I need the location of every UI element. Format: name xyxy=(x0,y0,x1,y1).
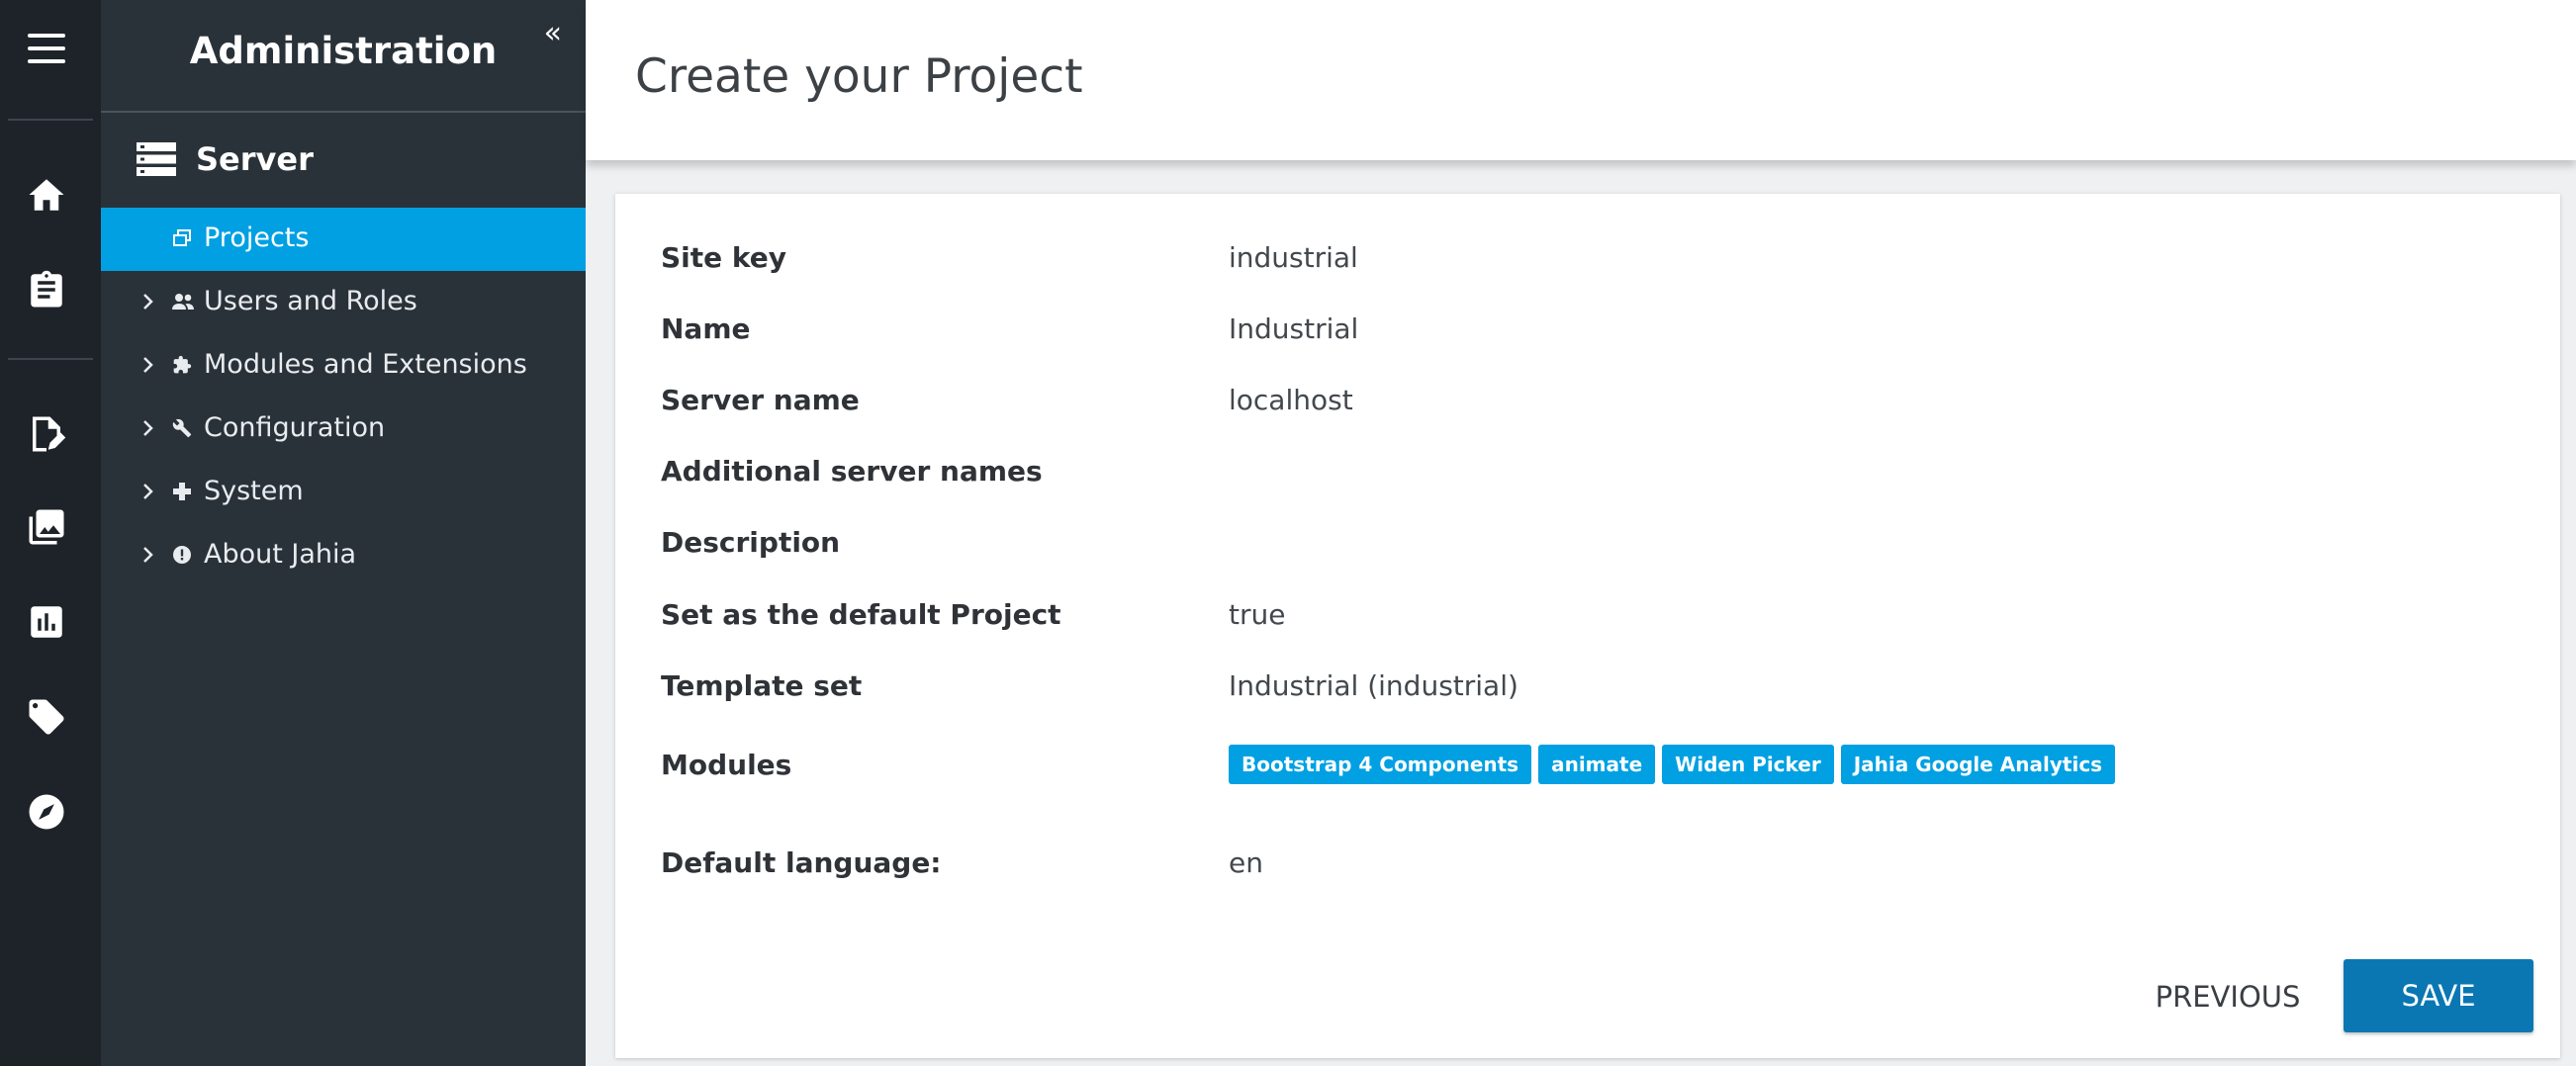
clipboard-icon[interactable] xyxy=(26,269,67,311)
site-key-label: Site key xyxy=(661,241,786,274)
nav-item-label: Configuration xyxy=(204,412,386,443)
modules-row: Modules Bootstrap 4 Components animate W… xyxy=(661,745,2521,794)
analytics-icon[interactable] xyxy=(26,601,67,643)
template-set-label: Template set xyxy=(661,669,863,702)
nav-item-configuration[interactable]: Configuration xyxy=(101,398,586,461)
name-row: Name Industrial xyxy=(661,312,2521,358)
project-summary-card: Site key industrial Name Industrial Serv… xyxy=(615,194,2560,1058)
nav-item-label: System xyxy=(204,476,304,506)
tag-icon[interactable] xyxy=(26,696,67,738)
nav-item-label: Projects xyxy=(204,222,310,253)
save-button[interactable]: SAVE xyxy=(2344,959,2533,1032)
server-name-row: Server name localhost xyxy=(661,384,2521,429)
template-set-value: Industrial (industrial) xyxy=(1229,669,1518,702)
nav-item-label: About Jahia xyxy=(204,539,357,570)
additional-server-names-label: Additional server names xyxy=(661,455,1043,488)
server-name-value: localhost xyxy=(1229,384,1353,416)
nav-item-system[interactable]: System xyxy=(101,461,586,524)
description-label: Description xyxy=(661,526,841,559)
nav-item-users-and-roles[interactable]: Users and Roles xyxy=(101,271,586,334)
default-language-label: Default language: xyxy=(661,846,942,879)
wrench-icon xyxy=(172,418,192,438)
server-icon xyxy=(137,142,176,176)
site-key-value: industrial xyxy=(1229,241,1358,274)
projects-icon xyxy=(173,229,191,246)
media-icon[interactable] xyxy=(26,506,67,548)
module-tag: Bootstrap 4 Components xyxy=(1229,745,1532,784)
server-section-header[interactable]: Server xyxy=(101,113,586,208)
info-icon xyxy=(173,546,191,564)
nav-item-modules-and-extensions[interactable]: Modules and Extensions xyxy=(101,334,586,398)
default-language-row: Default language: en xyxy=(661,846,2521,892)
additional-server-names-row: Additional server names xyxy=(661,455,2521,500)
main-content: Create your Project Site key industrial … xyxy=(586,0,2576,1066)
panel-title: Administration xyxy=(189,30,498,72)
nav-item-label: Modules and Extensions xyxy=(204,349,527,380)
default-project-row: Set as the default Project true xyxy=(661,598,2521,644)
compass-icon[interactable] xyxy=(26,791,67,833)
chevron-right-icon[interactable] xyxy=(140,289,156,314)
rail-divider xyxy=(8,358,93,360)
module-tags: Bootstrap 4 Components animate Widen Pic… xyxy=(1229,745,2116,784)
template-set-row: Template set Industrial (industrial) xyxy=(661,669,2521,715)
home-icon[interactable] xyxy=(26,174,67,216)
description-row: Description xyxy=(661,526,2521,572)
default-project-label: Set as the default Project xyxy=(661,598,1061,631)
admin-panel: Administration « Server Projects Users a… xyxy=(101,0,586,1066)
default-project-value: true xyxy=(1229,598,1286,631)
chevron-right-icon[interactable] xyxy=(140,415,156,441)
name-label: Name xyxy=(661,312,751,345)
nav-item-about-jahia[interactable]: About Jahia xyxy=(101,524,586,587)
edit-page-icon[interactable] xyxy=(26,413,67,455)
page-title: Create your Project xyxy=(635,49,1083,104)
nav-item-projects[interactable]: Projects xyxy=(101,208,586,271)
panel-header: Administration « xyxy=(101,0,586,113)
module-tag: Widen Picker xyxy=(1662,745,1834,784)
rail-divider xyxy=(8,119,93,121)
menu-icon[interactable] xyxy=(28,34,65,63)
server-name-label: Server name xyxy=(661,384,860,416)
nav-item-label: Users and Roles xyxy=(204,286,417,316)
module-tag: animate xyxy=(1538,745,1656,784)
module-tag: Jahia Google Analytics xyxy=(1840,745,2116,784)
page-header: Create your Project xyxy=(586,0,2576,160)
modules-label: Modules xyxy=(661,749,792,781)
chevron-right-icon[interactable] xyxy=(140,542,156,568)
puzzle-icon xyxy=(173,355,192,374)
name-value: Industrial xyxy=(1229,312,1359,345)
previous-button[interactable]: PREVIOUS xyxy=(2139,961,2317,1032)
icon-rail xyxy=(0,0,101,1066)
collapse-panel-icon[interactable]: « xyxy=(544,19,562,48)
chevron-right-icon[interactable] xyxy=(140,479,156,504)
server-label: Server xyxy=(196,140,314,178)
site-key-row: Site key industrial xyxy=(661,241,2521,287)
users-icon xyxy=(172,294,194,310)
default-language-value: en xyxy=(1229,846,1263,879)
system-icon xyxy=(173,483,191,500)
chevron-right-icon[interactable] xyxy=(140,352,156,378)
